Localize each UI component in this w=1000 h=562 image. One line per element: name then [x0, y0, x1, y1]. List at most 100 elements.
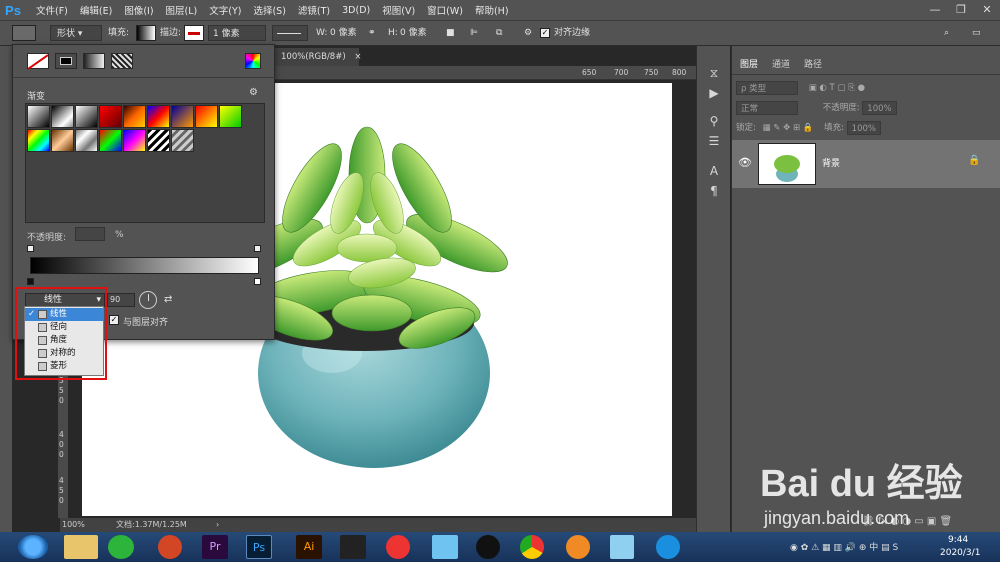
gradient-bar[interactable]: [30, 257, 259, 274]
tab-channels[interactable]: 通道: [766, 56, 796, 74]
file-explorer-icon[interactable]: [64, 535, 98, 559]
menu-file[interactable]: 文件(F): [36, 3, 68, 17]
eye-icon[interactable]: 👁: [738, 156, 752, 169]
stroke-type-select[interactable]: [272, 25, 308, 41]
tab-paths[interactable]: 路径: [798, 56, 828, 74]
path-arrangement-icon[interactable]: ⧉: [496, 25, 502, 41]
browser-icon-orange[interactable]: [566, 535, 590, 559]
app-icon-light[interactable]: [610, 535, 634, 559]
reverse-gradient-icon[interactable]: ⇄: [164, 294, 172, 305]
opacity-stop-right[interactable]: [254, 245, 261, 252]
color-picker-icon[interactable]: [245, 53, 261, 69]
menu-edit[interactable]: 编辑(E): [80, 3, 112, 17]
gradient-swatch[interactable]: [75, 105, 98, 128]
gradient-swatch[interactable]: [27, 129, 50, 152]
layer-kind-filter[interactable]: ρ 类型: [736, 80, 798, 95]
opacity-field[interactable]: [75, 227, 105, 241]
tray-icons[interactable]: ◉ ✿ ⚠ ▦ ▥ 🔊 ⊕ 中 ▤ S: [790, 540, 898, 553]
minimize-button[interactable]: —: [922, 0, 948, 20]
maximize-button[interactable]: ❐: [948, 0, 974, 20]
stroke-swatch[interactable]: [184, 25, 204, 41]
align-with-layer-checkbox[interactable]: ✓: [109, 315, 119, 325]
menu-layer[interactable]: 图层(L): [166, 3, 198, 17]
layer-fill-field[interactable]: 100%: [846, 120, 881, 135]
gradient-swatch[interactable]: [219, 105, 242, 128]
fill-swatch[interactable]: [136, 25, 156, 41]
menu-view[interactable]: 视图(V): [382, 3, 415, 17]
tab-layers[interactable]: 图层: [734, 56, 765, 74]
gradient-swatch[interactable]: [51, 105, 74, 128]
wechat-icon[interactable]: [108, 535, 134, 559]
color-stop-right[interactable]: [254, 278, 261, 285]
play-icon[interactable]: ▶: [707, 86, 721, 100]
powerpoint-icon[interactable]: [158, 535, 182, 559]
menu-type[interactable]: 文字(Y): [209, 3, 241, 17]
menu-image[interactable]: 图像(I): [124, 3, 153, 17]
align-edges-checkbox[interactable]: ✓: [540, 28, 550, 38]
close-button[interactable]: ✕: [974, 0, 1000, 20]
properties-icon[interactable]: ☰: [707, 134, 721, 148]
gradient-swatch[interactable]: [171, 129, 194, 152]
link-icon[interactable]: ⚭: [368, 25, 376, 41]
video-player-icon[interactable]: [340, 535, 366, 559]
angle-dial[interactable]: [139, 291, 157, 309]
shape-mode-select[interactable]: 形状 ▾: [50, 25, 102, 41]
layer-row-background[interactable]: 👁 背景 🔒: [732, 140, 1000, 188]
history-icon[interactable]: ⧖: [707, 66, 721, 80]
menu-3d[interactable]: 3D(D): [342, 5, 370, 16]
gradient-swatch[interactable]: [171, 105, 194, 128]
start-button-icon[interactable]: [18, 535, 48, 559]
internet-explorer-icon[interactable]: [656, 535, 680, 559]
width-value[interactable]: 0 像素: [330, 25, 357, 41]
zoom-level[interactable]: 100%: [62, 518, 85, 532]
document-tab-close[interactable]: ×: [354, 52, 361, 62]
chrome-icon[interactable]: [520, 535, 544, 559]
workspace-icon[interactable]: ▭: [972, 25, 981, 41]
menu-help[interactable]: 帮助(H): [475, 3, 509, 17]
gradient-swatch[interactable]: [147, 105, 170, 128]
blend-mode-select[interactable]: 正常: [736, 100, 798, 115]
premiere-icon[interactable]: Pr: [202, 535, 228, 559]
gradient-swatch[interactable]: [147, 129, 170, 152]
tool-preset-picker[interactable]: [12, 25, 36, 41]
character-icon[interactable]: A: [707, 164, 721, 178]
app-icon-red[interactable]: [386, 535, 410, 559]
qq-icon[interactable]: [476, 535, 500, 559]
gradient-swatch[interactable]: [51, 129, 74, 152]
search-icon[interactable]: ⌕: [944, 25, 949, 41]
menu-filter[interactable]: 滤镜(T): [298, 3, 330, 17]
gradient-swatch[interactable]: [75, 129, 98, 152]
solid-color-icon[interactable]: [55, 53, 77, 69]
gradient-swatch[interactable]: [123, 129, 146, 152]
status-menu-arrow[interactable]: ›: [216, 518, 219, 532]
height-value[interactable]: 0 像素: [400, 25, 427, 41]
gradient-swatch[interactable]: [123, 105, 146, 128]
gradient-fill-icon[interactable]: [83, 53, 105, 69]
opacity-stop-left[interactable]: [27, 245, 34, 252]
paragraph-icon[interactable]: ¶: [707, 184, 721, 198]
color-stop-left[interactable]: [27, 278, 34, 285]
pattern-fill-icon[interactable]: [111, 53, 133, 69]
gradient-swatch[interactable]: [195, 105, 218, 128]
menu-select[interactable]: 选择(S): [253, 3, 285, 17]
stroke-width-field[interactable]: 1 像素: [208, 25, 266, 41]
gradient-angle-field[interactable]: 90: [107, 293, 135, 307]
stroke-width-value: 1 像素: [213, 29, 240, 39]
adjust-icon[interactable]: ⚲: [707, 114, 721, 128]
gradient-swatch[interactable]: [99, 129, 122, 152]
gradient-swatch[interactable]: [99, 105, 122, 128]
clock-time[interactable]: 9:44: [948, 535, 968, 545]
menu-window[interactable]: 窗口(W): [427, 3, 463, 17]
photoshop-taskbar-icon[interactable]: Ps: [246, 535, 272, 559]
gear-icon[interactable]: ⚙: [524, 25, 532, 41]
layer-opacity-field[interactable]: 100%: [862, 100, 897, 115]
clock-date[interactable]: 2020/3/1: [940, 548, 980, 558]
gradient-swatch[interactable]: [27, 105, 50, 128]
path-alignment-icon[interactable]: ⊫: [470, 25, 478, 41]
no-color-icon[interactable]: [27, 53, 49, 70]
document-tab[interactable]: 100%(RGB/8#) ×: [275, 48, 361, 66]
app-icon-blue[interactable]: [432, 535, 458, 559]
gear-icon[interactable]: ⚙: [249, 87, 258, 98]
illustrator-icon[interactable]: Ai: [296, 535, 322, 559]
path-operations-icon[interactable]: ■: [446, 25, 455, 41]
